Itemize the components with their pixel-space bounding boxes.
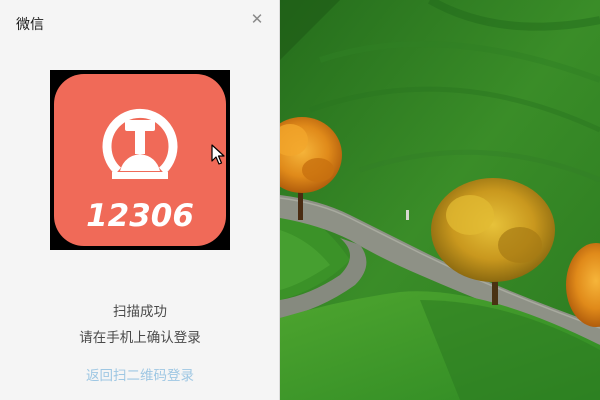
back-to-qr-link[interactable]: 返回扫二维码登录 xyxy=(0,367,280,385)
close-icon[interactable]: ✕ xyxy=(248,10,266,28)
railway-logo-icon: 12306 xyxy=(54,74,226,246)
confirm-on-phone-text: 请在手机上确认登录 xyxy=(79,330,201,346)
window-title: 微信 xyxy=(16,17,44,33)
landscape-scene xyxy=(280,0,600,400)
scan-success-text: 扫描成功 xyxy=(113,304,167,320)
app-logo-text: 12306 xyxy=(86,198,194,234)
landscape-background-image xyxy=(280,0,600,400)
wechat-login-panel: 微信 ✕ 12306 扫描成功 请在手机上确认登录 返回扫二维码登录 xyxy=(0,0,280,400)
app-avatar: 12306 xyxy=(50,70,230,250)
mouse-cursor-icon xyxy=(211,144,225,165)
railway-logo-graphic: 12306 xyxy=(86,108,194,234)
